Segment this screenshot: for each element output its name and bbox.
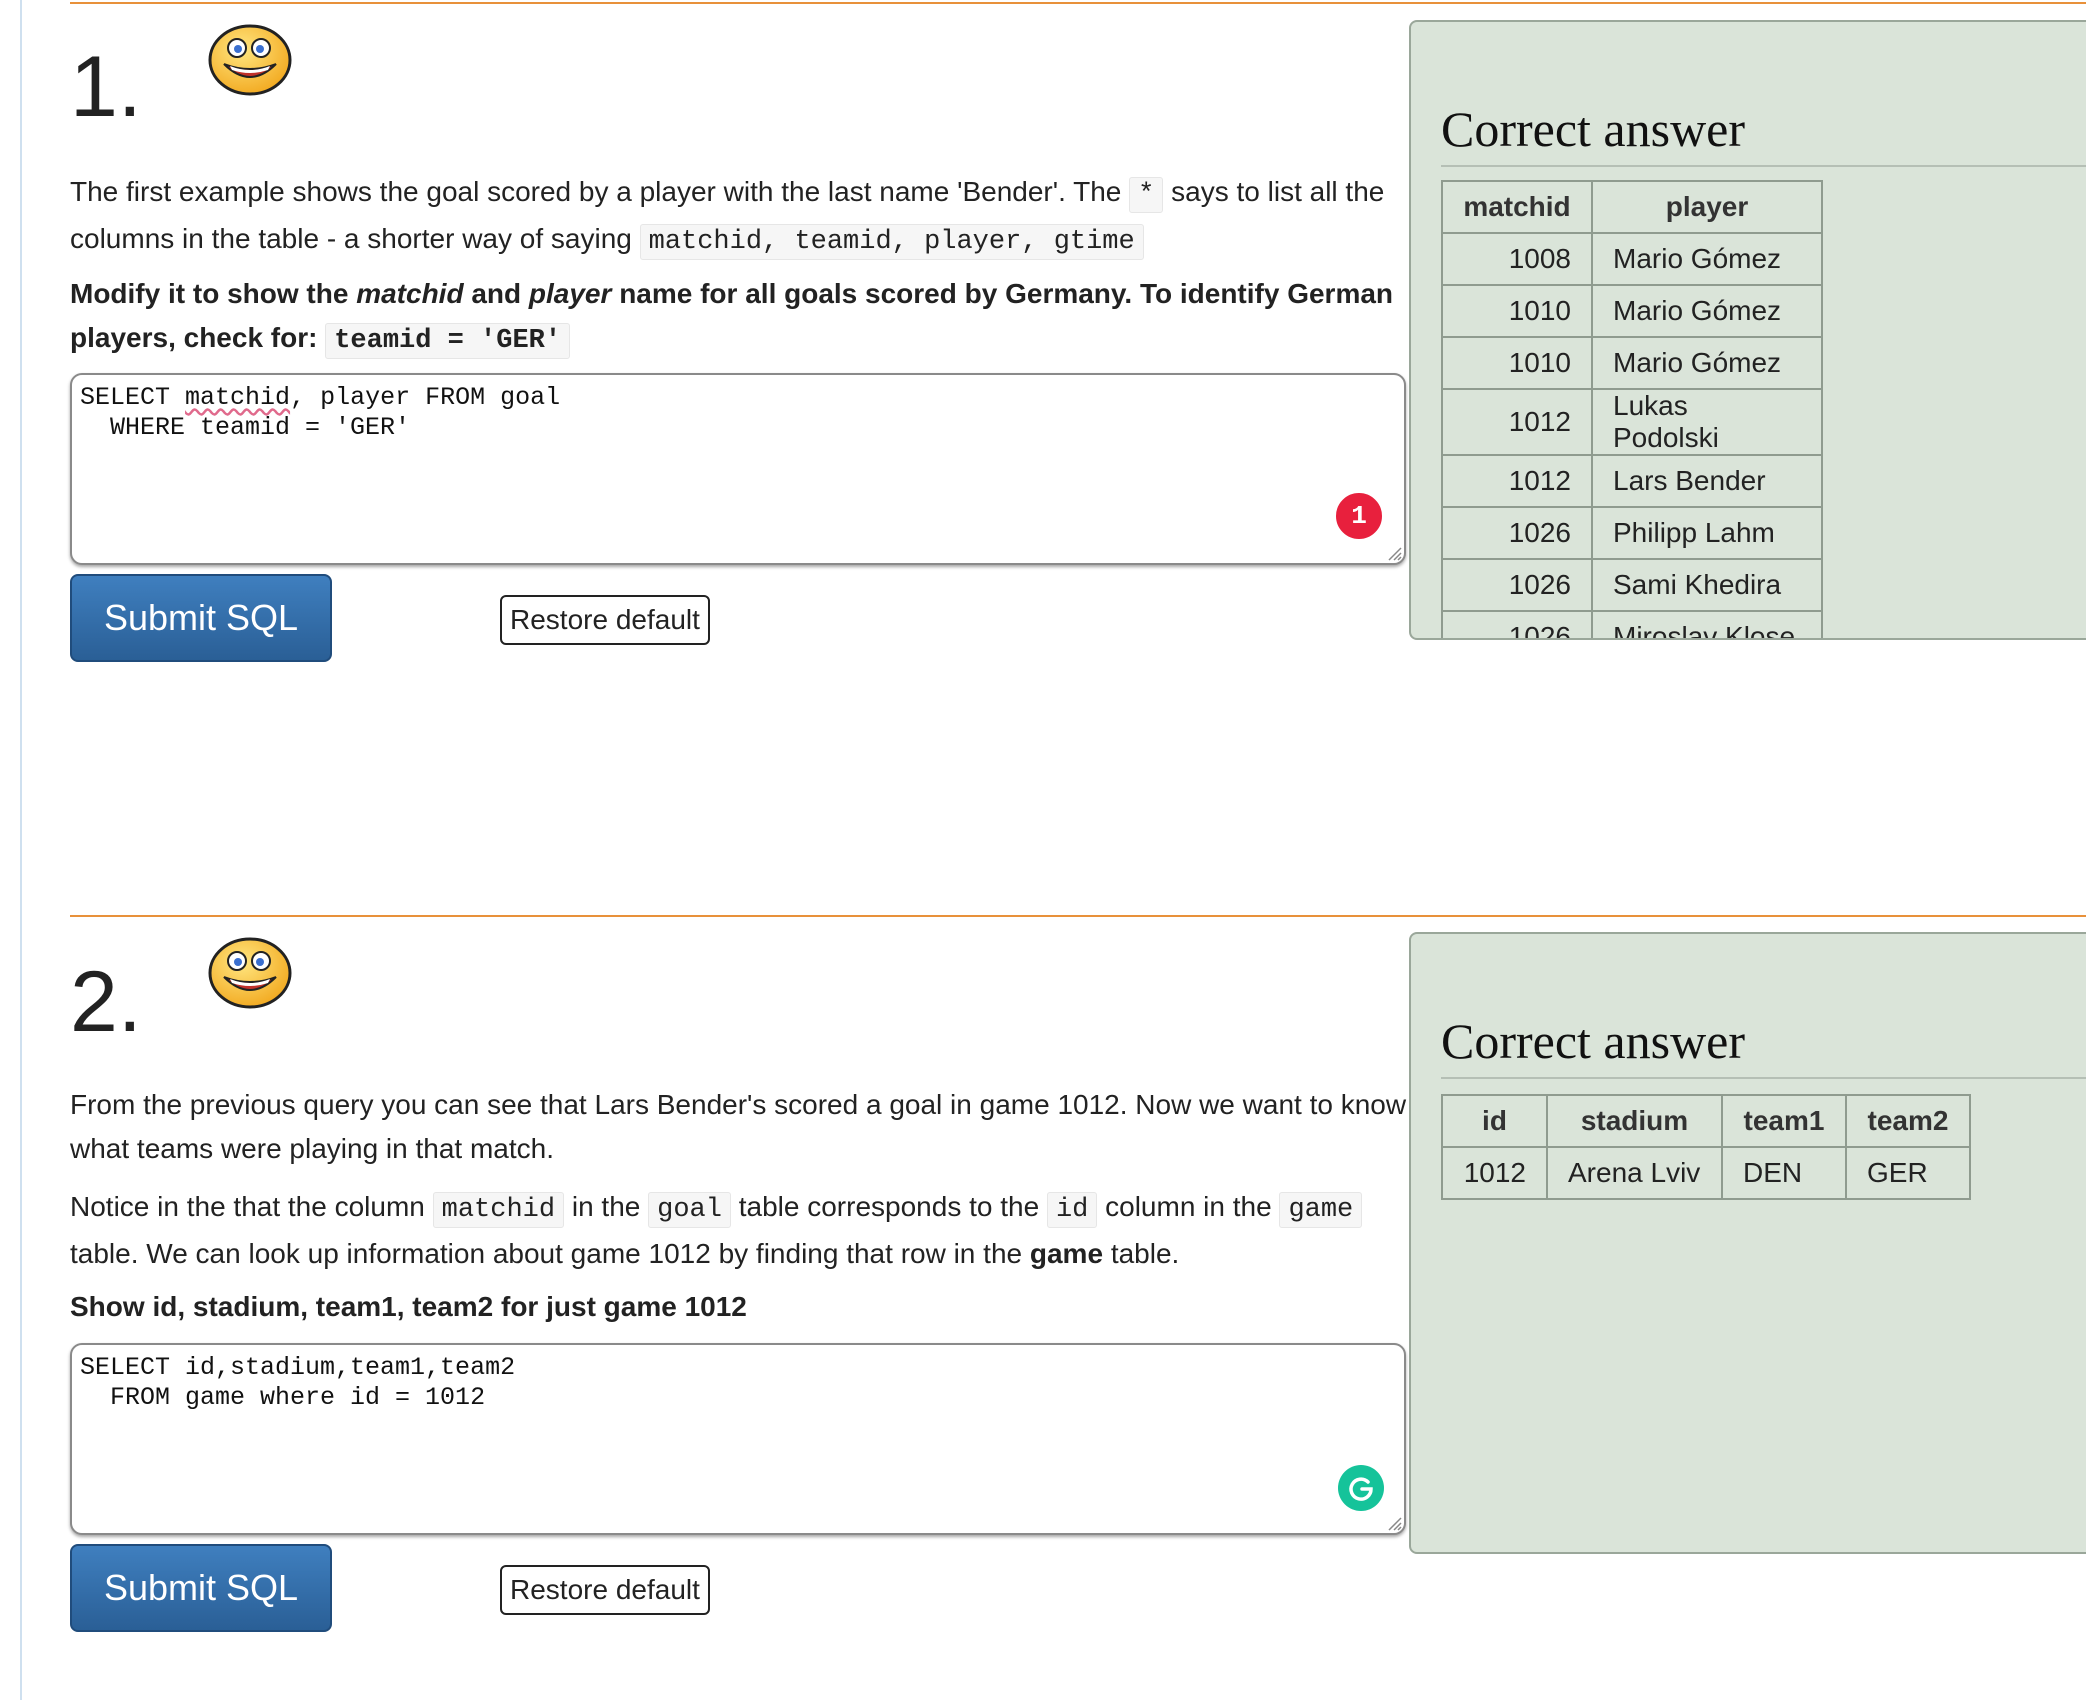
notification-badge[interactable]: 1 xyxy=(1334,491,1384,541)
column-header: player xyxy=(1591,180,1823,234)
description-paragraph: Notice in the that the column matchid in… xyxy=(70,1185,1410,1276)
resize-handle-icon[interactable] xyxy=(1386,545,1402,561)
table-row: 1010 Mario Gómez xyxy=(1441,336,1823,390)
table-row: 1008 Mario Gómez xyxy=(1441,232,1823,286)
column-header: id xyxy=(1441,1094,1548,1148)
inline-code: teamid = 'GER' xyxy=(325,323,571,359)
table-row: 1010 Mario Gómez xyxy=(1441,284,1823,338)
inline-code: game xyxy=(1279,1192,1363,1228)
table-row: 1026 Miroslav Klose xyxy=(1441,610,1823,638)
answer-table: id stadium team1 team2 1012 Arena Lviv D… xyxy=(1441,1094,1971,1200)
inline-code: goal xyxy=(648,1192,731,1228)
inline-code: id xyxy=(1046,1192,1098,1228)
sql-editor[interactable]: SELECT id,stadium,team1,team2 FROM game … xyxy=(70,1343,1406,1535)
submit-sql-button[interactable]: Submit SQL xyxy=(70,1544,332,1632)
question-number: 1. xyxy=(70,39,142,135)
answer-title: Correct answer xyxy=(1441,1013,1746,1069)
sql-editor[interactable]: SELECT matchid, player FROM goal WHERE t… xyxy=(70,373,1406,565)
grammarly-icon[interactable] xyxy=(1338,1465,1384,1511)
table-row: 1026 Philipp Lahm xyxy=(1441,506,1823,560)
table-row: 1026 Sami Khedira xyxy=(1441,558,1823,612)
submit-sql-button[interactable]: Submit SQL xyxy=(70,574,332,662)
answer-table: matchid player 1008 Mario Gómez 1010 Mario… xyxy=(1441,180,1823,638)
inline-code: matchid, teamid, player, gtime xyxy=(639,224,1144,260)
correct-answer-panel: Correct answer matchid player 1008 Mario … xyxy=(1409,20,2086,640)
table-row: 1012 Lars Bender xyxy=(1441,454,1823,508)
question-number: 2. xyxy=(70,954,142,1050)
column-header: stadium xyxy=(1546,1094,1723,1148)
inline-code: matchid xyxy=(432,1192,565,1228)
task-paragraph: Show id, stadium, team1, team2 for just … xyxy=(70,1291,747,1322)
restore-default-button[interactable]: Restore default xyxy=(500,1565,710,1615)
task-paragraph: Modify it to show the matchid and player… xyxy=(70,272,1410,363)
column-header: matchid xyxy=(1441,180,1593,234)
table-row: 1012 Lukas Podolski xyxy=(1441,388,1823,456)
column-header: team1 xyxy=(1721,1094,1847,1148)
section-divider xyxy=(70,915,2086,917)
left-border xyxy=(20,0,22,1700)
spellcheck-word: matchid xyxy=(185,383,291,412)
correct-answer-panel: Correct answer id stadium team1 team2 10… xyxy=(1409,932,2086,1554)
intro-paragraph: The first example shows the goal scored … xyxy=(70,170,1410,264)
restore-default-button[interactable]: Restore default xyxy=(500,595,710,645)
smiley-icon xyxy=(208,937,292,1009)
section-divider xyxy=(70,2,2086,4)
resize-handle-icon[interactable] xyxy=(1386,1515,1402,1531)
column-header: team2 xyxy=(1845,1094,1971,1148)
table-row: 1012 Arena Lviv DEN GER xyxy=(1441,1146,1971,1200)
inline-code: * xyxy=(1129,177,1164,213)
description-paragraph: From the previous query you can see that… xyxy=(70,1089,1407,1164)
answer-title: Correct answer xyxy=(1441,101,1746,157)
smiley-icon xyxy=(208,24,292,96)
